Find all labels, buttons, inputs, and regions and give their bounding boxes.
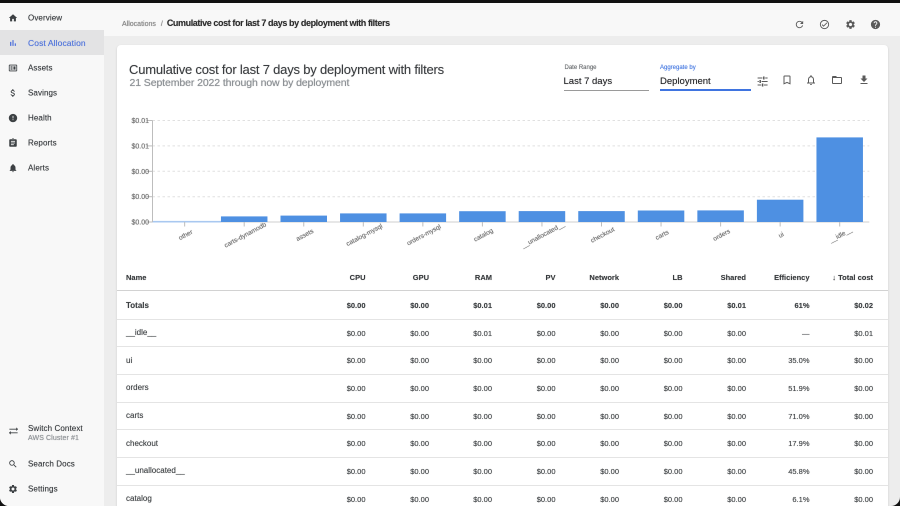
svg-text:$0.00: $0.00 (131, 169, 149, 176)
svg-text:__unallocated__: __unallocated__ (520, 221, 567, 250)
svg-text:carts-dynamodb: carts-dynamodb (223, 221, 268, 249)
svg-text:other: other (178, 228, 195, 242)
svg-text:catalog-mysql: catalog-mysql (345, 223, 384, 248)
svg-text:orders: orders (712, 228, 732, 243)
svg-text:$0.00: $0.00 (131, 194, 149, 201)
svg-text:catalog: catalog (473, 227, 495, 243)
svg-text:assets: assets (295, 228, 316, 243)
svg-text:$0.00: $0.00 (131, 220, 149, 227)
svg-text:$0.01: $0.01 (131, 118, 149, 125)
svg-text:carts: carts (654, 229, 670, 242)
svg-text:checkout: checkout (590, 226, 616, 244)
svg-text:orders-mysql: orders-mysql (406, 223, 443, 247)
svg-text:$0.01: $0.01 (131, 143, 149, 150)
svg-text:__idle__: __idle__ (828, 226, 854, 244)
svg-text:ui: ui (778, 231, 786, 240)
